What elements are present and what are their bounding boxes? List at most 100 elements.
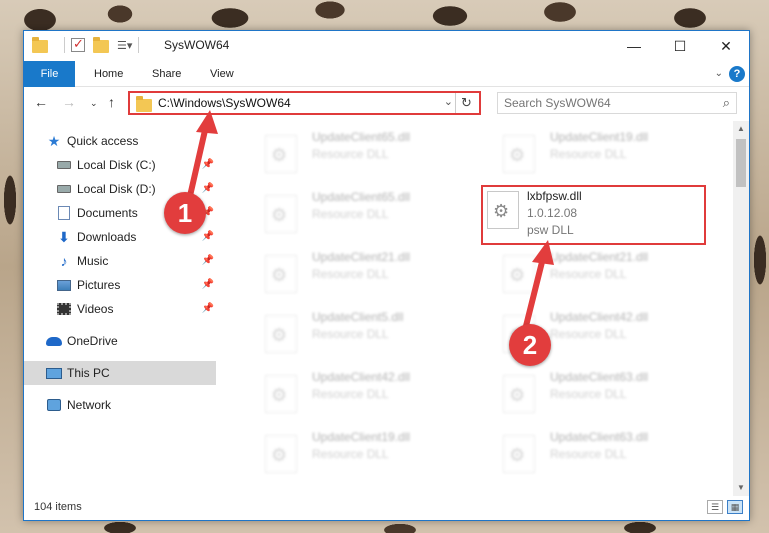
sidebar-item-local-disk-c[interactable]: Local Disk (C:) 📌 — [24, 153, 216, 177]
step-badge-1: 1 — [164, 192, 206, 234]
tab-file[interactable]: File — [24, 61, 75, 87]
search-icon[interactable]: ⌕ — [723, 95, 730, 111]
item-count: 104 items — [34, 501, 82, 513]
customize-toolbar-icon[interactable]: ☰▾ — [117, 39, 132, 52]
refresh-icon[interactable]: ↻ — [455, 93, 477, 113]
separator — [64, 37, 65, 53]
list-item[interactable]: ⚙ UpdateClient19.dll Resource DLL — [477, 127, 707, 179]
pin-icon[interactable]: 📌 — [202, 303, 214, 314]
music-icon: ♪ — [60, 253, 68, 269]
vertical-scrollbar[interactable]: ▲ ▼ — [733, 121, 749, 496]
pin-icon[interactable]: 📌 — [202, 183, 214, 194]
explorer-window: ☰▾ SysWOW64 — ☐ ✕ File Home Share View ⌄… — [23, 30, 750, 521]
tab-home[interactable]: Home — [80, 61, 137, 87]
new-folder-icon[interactable] — [93, 36, 109, 53]
search-input[interactable] — [498, 93, 698, 113]
dll-file-icon: ⚙ — [503, 255, 535, 293]
sidebar-item-label: Pictures — [77, 278, 121, 292]
dll-file-icon: ⚙ — [265, 135, 297, 173]
tab-share[interactable]: Share — [138, 61, 195, 87]
pictures-icon — [56, 277, 72, 293]
properties-icon[interactable] — [71, 36, 85, 52]
view-switcher: ☰ ▦ — [707, 500, 743, 514]
tab-view[interactable]: View — [196, 61, 248, 87]
scroll-down-icon[interactable]: ▼ — [733, 480, 749, 496]
sidebar-item-label: This PC — [67, 366, 110, 380]
back-arrow-icon[interactable]: ← — [34, 94, 48, 110]
dll-file-icon: ⚙ — [503, 375, 535, 413]
file-list: ⚙ UpdateClient65.dll Resource DLL ⚙ Upda… — [217, 121, 735, 496]
details-view-icon[interactable]: ☰ — [707, 500, 723, 514]
quick-access-toolbar: ☰▾ — [32, 36, 145, 53]
list-item[interactable]: ⚙ UpdateClient21.dll Resource DLL — [477, 247, 707, 299]
scrollbar-thumb[interactable] — [736, 139, 746, 187]
address-path[interactable]: C:\Windows\SysWOW64 — [158, 96, 291, 110]
dll-file-icon: ⚙ — [265, 255, 297, 293]
sidebar-item-label: Downloads — [77, 230, 137, 244]
list-item[interactable]: ⚙ UpdateClient42.dll Resource DLL — [239, 367, 469, 419]
tiles-view-icon[interactable]: ▦ — [727, 500, 743, 514]
navigation-bar: ← → ⌄ ↑ C:\Windows\SysWOW64 ⌄ ↻ ⌕ — [24, 88, 749, 118]
pin-icon[interactable]: 📌 — [202, 279, 214, 290]
status-bar: 104 items ☰ ▦ — [24, 496, 749, 520]
dll-file-icon: ⚙ — [265, 195, 297, 233]
maximize-button[interactable]: ☐ — [657, 31, 703, 61]
drive-icon — [56, 157, 72, 173]
list-item[interactable]: ⚙ UpdateClient65.dll Resource DLL — [239, 187, 469, 239]
help-icon[interactable]: ? — [729, 66, 745, 82]
highlighted-file-lxbfpsw[interactable]: ⚙ lxbfpsw.dll 1.0.12.08 psw DLL — [481, 185, 706, 245]
list-item[interactable]: ⚙ UpdateClient19.dll Resource DLL — [239, 427, 469, 479]
sidebar-item-network[interactable]: Network — [24, 393, 216, 417]
dll-file-icon: ⚙ — [265, 375, 297, 413]
network-icon — [46, 397, 62, 413]
step-badge-2: 2 — [509, 324, 551, 366]
star-icon: ★ — [47, 132, 61, 149]
up-arrow-icon[interactable]: ↑ — [108, 94, 115, 110]
sidebar-item-label: OneDrive — [67, 334, 118, 348]
pin-icon[interactable]: 📌 — [202, 255, 214, 266]
dll-file-icon: ⚙ — [503, 135, 535, 173]
cloud-icon — [46, 333, 62, 349]
sidebar-item-label: Videos — [77, 302, 114, 316]
videos-icon — [56, 301, 72, 317]
separator — [138, 37, 140, 53]
pin-icon[interactable]: 📌 — [202, 231, 214, 242]
chevron-down-icon[interactable]: ⌄ — [444, 95, 453, 108]
forward-arrow-icon[interactable]: → — [62, 94, 76, 110]
recent-locations-icon[interactable]: ⌄ — [90, 98, 98, 109]
address-bar[interactable]: C:\Windows\SysWOW64 ⌄ ↻ — [128, 91, 481, 115]
close-button[interactable]: ✕ — [703, 31, 749, 61]
title-bar: ☰▾ SysWOW64 — ☐ ✕ — [24, 31, 749, 61]
sidebar-item-label: Quick access — [67, 134, 139, 148]
minimize-button[interactable]: — — [611, 31, 657, 61]
search-box[interactable]: ⌕ — [497, 92, 737, 114]
folder-icon[interactable] — [32, 36, 48, 53]
list-item[interactable]: ⚙ UpdateClient65.dll Resource DLL — [239, 127, 469, 179]
sidebar-item-label: Music — [77, 254, 109, 268]
pc-icon — [46, 365, 62, 381]
scroll-up-icon[interactable]: ▲ — [733, 121, 749, 137]
sidebar-item-onedrive[interactable]: OneDrive — [24, 329, 216, 353]
sidebar-item-quick-access[interactable]: ★ Quick access — [24, 129, 216, 153]
pin-icon[interactable]: 📌 — [202, 159, 214, 170]
sidebar-item-label: Network — [67, 398, 112, 412]
navigation-pane: ★ Quick access Local Disk (C:) 📌 Local D… — [24, 121, 216, 496]
dll-file-icon: ⚙ — [503, 435, 535, 473]
list-item[interactable]: ⚙ UpdateClient21.dll Resource DLL — [239, 247, 469, 299]
sidebar-item-label: Local Disk (C:) — [77, 158, 156, 172]
list-item[interactable]: ⚙ UpdateClient5.dll Resource DLL — [239, 307, 469, 359]
sidebar-item-videos[interactable]: Videos 📌 — [24, 297, 216, 321]
sidebar-item-pictures[interactable]: Pictures 📌 — [24, 273, 216, 297]
ribbon-tabs: File Home Share View ⌄ ? — [24, 61, 749, 87]
drive-icon — [56, 181, 72, 197]
sidebar-item-this-pc[interactable]: This PC — [24, 361, 216, 385]
sidebar-item-label: Local Disk (D:) — [77, 182, 156, 196]
download-icon: ⬇ — [58, 228, 70, 245]
expand-ribbon-icon[interactable]: ⌄ — [715, 68, 723, 79]
list-item[interactable]: ⚙ UpdateClient63.dll Resource DLL — [477, 367, 707, 419]
list-item[interactable]: ⚙ UpdateClient63.dll Resource DLL — [477, 427, 707, 479]
folder-icon — [136, 96, 152, 112]
dll-file-icon: ⚙ — [265, 315, 297, 353]
documents-icon — [56, 205, 72, 221]
sidebar-item-music[interactable]: ♪ Music 📌 — [24, 249, 216, 273]
